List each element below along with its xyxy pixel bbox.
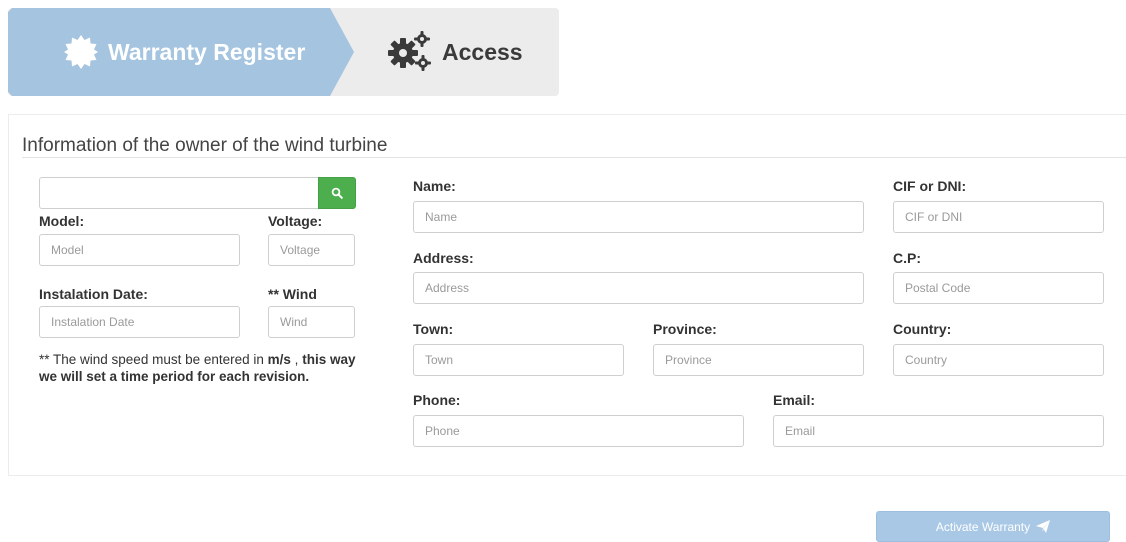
- tab-access-label: Access: [442, 39, 523, 65]
- search-button[interactable]: [318, 177, 356, 209]
- postal-code-input[interactable]: [893, 272, 1104, 304]
- installation-date-label: Instalation Date:: [39, 286, 148, 302]
- search-icon: [331, 187, 343, 199]
- name-input[interactable]: [413, 201, 864, 233]
- note-unit: m/s: [267, 352, 291, 367]
- section-title: Information of the owner of the wind tur…: [22, 135, 388, 156]
- wind-speed-note: ** The wind speed must be entered in m/s…: [39, 351, 359, 385]
- voltage-input[interactable]: [268, 234, 355, 266]
- cif-label: CIF or DNI:: [893, 178, 967, 194]
- phone-label: Phone:: [413, 392, 461, 408]
- email-input[interactable]: [773, 415, 1104, 447]
- model-search: [39, 177, 356, 209]
- section-divider: [22, 157, 1126, 158]
- wind-label: ** Wind: [268, 286, 317, 302]
- wind-input[interactable]: [268, 306, 355, 338]
- tab-warranty-register[interactable]: Warranty Register: [8, 8, 354, 96]
- tab-warranty-register-label: Warranty Register: [108, 39, 306, 65]
- phone-input[interactable]: [413, 415, 744, 447]
- province-input[interactable]: [653, 344, 864, 376]
- activate-warranty-button[interactable]: Activate Warranty: [876, 511, 1110, 542]
- search-input[interactable]: [39, 177, 318, 209]
- email-label: Email:: [773, 392, 816, 408]
- activate-warranty-label: Activate Warranty: [935, 519, 1031, 534]
- country-label: Country:: [893, 321, 952, 337]
- name-label: Name:: [413, 178, 456, 194]
- gears-icon: [388, 31, 431, 71]
- province-label: Province:: [653, 321, 717, 337]
- model-label: Model:: [39, 213, 85, 229]
- note-suffix: ,: [290, 352, 299, 367]
- town-label: Town:: [413, 321, 454, 337]
- voltage-label: Voltage:: [268, 213, 323, 229]
- owner-info-panel: Information of the owner of the wind tur…: [8, 114, 1126, 476]
- cif-input[interactable]: [893, 201, 1104, 233]
- installation-date-input[interactable]: [39, 306, 240, 338]
- paper-plane-icon: [1036, 520, 1051, 533]
- address-label: Address:: [413, 250, 474, 266]
- postal-code-label: C.P:: [893, 250, 921, 266]
- model-input[interactable]: [39, 234, 240, 266]
- town-input[interactable]: [413, 344, 624, 376]
- wizard-tabs: Warranty Register Access: [8, 8, 559, 96]
- note-prefix: ** The wind speed must be entered in: [39, 352, 268, 367]
- address-input[interactable]: [413, 272, 864, 304]
- badge-icon: [64, 35, 98, 69]
- country-input[interactable]: [893, 344, 1104, 376]
